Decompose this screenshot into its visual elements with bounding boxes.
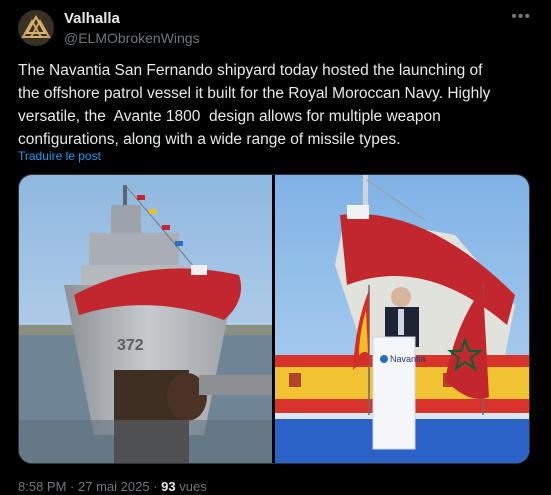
translate-post-link[interactable]: Traduire le post [18,149,101,163]
views-label: vues [179,479,207,494]
author-display-name[interactable]: Valhalla [64,10,120,27]
post-time[interactable]: 8:58 PM [18,479,66,494]
media-grid: 372 Navantia [18,174,530,464]
meta-separator: · [153,479,158,494]
post-date[interactable]: 27 mai 2025 [78,479,150,494]
ship-launch-photo[interactable]: 372 [19,175,272,463]
podium-brand: Navantia [390,354,426,364]
post-meta: 8:58 PM · 27 mai 2025 · 93 vues [18,479,207,494]
meta-separator: · [70,479,75,494]
more-icon[interactable]: ••• [511,8,531,26]
views-count: 93 [161,479,176,494]
author-handle[interactable]: @ELMObrokenWings [64,30,200,46]
post-text-line: configurations, along with a wide range … [18,131,401,148]
bow-number: 372 [117,337,144,354]
post-text: The Navantia San Fernando shipyard today… [18,59,533,151]
post-text-line: versatile, the Avante 1800 design allows… [18,108,441,125]
ceremony-speaker-photo[interactable]: Navantia [275,175,529,463]
post-text-line: The Navantia San Fernando shipyard today… [18,62,483,79]
post-text-line: the offshore patrol vessel it built for … [18,85,491,102]
avatar[interactable] [18,10,54,46]
valknut-logo-icon [18,10,54,46]
post: Valhalla @ELMObrokenWings ••• The Navant… [0,0,551,495]
